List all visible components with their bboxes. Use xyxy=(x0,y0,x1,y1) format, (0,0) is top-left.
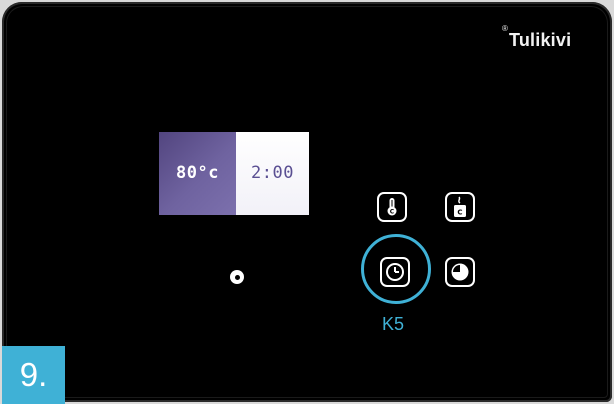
svg-text:C: C xyxy=(390,209,395,216)
thermometer-celsius-icon: C xyxy=(387,198,397,216)
steam-key[interactable]: C xyxy=(445,192,475,222)
temperature-readout: 80°c xyxy=(176,163,219,183)
steam-celsius-icon: C xyxy=(454,196,466,217)
clock-key-k5[interactable] xyxy=(380,257,410,287)
indicator-dot xyxy=(230,270,244,284)
time-readout: 2:00 xyxy=(251,163,294,183)
lcd-display: 80°c 2:00 xyxy=(159,132,309,215)
temperature-segment: 80°c xyxy=(159,132,236,215)
k5-label: K5 xyxy=(382,314,405,334)
brand-logo: ® Tulikivi xyxy=(502,24,572,51)
brand-name: Tulikivi xyxy=(509,30,572,50)
svg-text:C: C xyxy=(457,209,462,217)
control-panel: ® Tulikivi 80°c 2:00 C C K5 xyxy=(2,2,612,402)
step-number-badge: 9. xyxy=(2,346,65,404)
timer-icon xyxy=(451,263,469,281)
registered-mark: ® xyxy=(502,24,509,33)
clock-icon xyxy=(386,263,404,281)
temperature-key[interactable]: C xyxy=(377,192,407,222)
timer-key[interactable] xyxy=(445,257,475,287)
time-segment: 2:00 xyxy=(236,132,309,215)
